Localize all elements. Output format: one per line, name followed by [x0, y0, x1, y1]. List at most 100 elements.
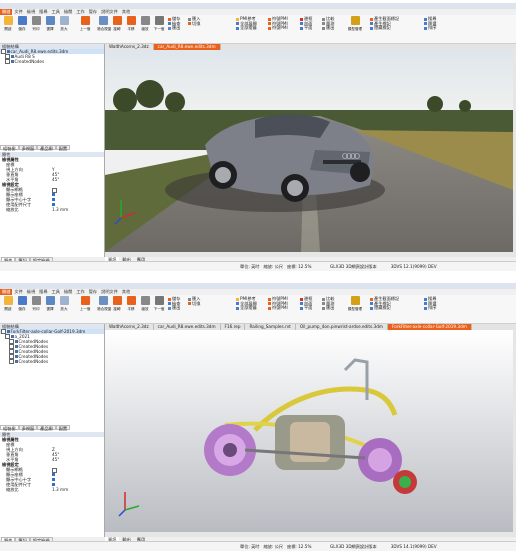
zoom-button[interactable]: 縮放	[138, 16, 152, 32]
pan-button[interactable]: 平移	[124, 16, 138, 32]
tree-item[interactable]: CreatedNodes	[0, 59, 104, 64]
checkbox[interactable]	[52, 473, 55, 476]
tab-assembly[interactable]: 組裝樹	[0, 425, 19, 431]
model-manage-button[interactable]: 模型管理	[346, 16, 364, 32]
print-button[interactable]: 列印	[29, 296, 43, 312]
checkbox[interactable]	[52, 203, 55, 206]
prop-value[interactable]: 45°	[50, 177, 104, 182]
symbol-icon	[268, 26, 271, 30]
ribbon-small-button[interactable]: 符號PMI	[268, 305, 288, 311]
rotate-button[interactable]: 旋轉	[110, 16, 124, 32]
properties-panel: 屬性 檢視屬性 座標 視上方向 Y 垂直角 45° 水平角 45° 檢視設定 顯示網格…	[0, 152, 104, 212]
select-button[interactable]: 選擇	[43, 16, 57, 32]
zoom-button[interactable]: 縮放	[138, 296, 152, 312]
select-button[interactable]: 選擇	[43, 296, 57, 312]
ribbon-small-button[interactable]: 符號PMI	[268, 25, 288, 31]
tab-assembly[interactable]: 組裝樹	[0, 145, 19, 151]
ribbon-small-button[interactable]: 匯出	[322, 305, 334, 311]
3d-viewport[interactable]	[105, 330, 513, 532]
ribbon-small-button[interactable]: 全部摺疊	[236, 305, 257, 311]
ribbon-small-button[interactable]: 排序	[424, 25, 436, 31]
checkbox[interactable]	[1, 329, 6, 334]
left-sidebar: 組裝結構 ForkFilter-axle-collar-Golf-2019.3d…	[0, 324, 105, 537]
ribbon-small-button[interactable]: 切換	[188, 21, 200, 27]
symbol-icon	[268, 306, 271, 310]
arrow-left-icon	[80, 296, 90, 305]
export-icon	[168, 306, 171, 310]
tab-product[interactable]: 產品樹	[37, 145, 56, 151]
export-icon	[322, 26, 325, 30]
zoom-in-button[interactable]: 放大	[57, 296, 71, 312]
save-icon	[17, 296, 27, 305]
doc-icon	[168, 17, 171, 21]
ribbon-small-button[interactable]: 排序	[424, 305, 436, 311]
plane-icon	[300, 306, 303, 310]
model-icon	[350, 16, 360, 25]
rotate-button[interactable]: 旋轉	[110, 296, 124, 312]
open-button[interactable]: 開啟	[1, 296, 15, 312]
ribbon-small-button[interactable]: 平面	[300, 25, 312, 31]
pan-button[interactable]: 平移	[124, 296, 138, 312]
save-button[interactable]: 儲存	[15, 16, 29, 32]
tab-product[interactable]: 產品樹	[37, 425, 56, 431]
ribbon-group-g: 搜尋 篩選 排序	[424, 296, 436, 311]
checkbox[interactable]	[1, 49, 6, 54]
prev-button[interactable]: 上一個	[78, 296, 92, 312]
status-version: 3DVS 14.1(9099) DEV	[390, 544, 437, 549]
ribbon-small-button[interactable]: 平面	[300, 305, 312, 311]
checkbox[interactable]	[9, 354, 14, 359]
ribbon-group-f: 產生截面標記 產生標記 隱藏標記	[370, 16, 399, 31]
ribbon-small-button[interactable]: 隱藏標記	[370, 305, 399, 311]
next-button[interactable]: 下一個	[152, 296, 166, 312]
ribbon-small-button[interactable]: 匯出	[168, 25, 180, 31]
fit-view-button[interactable]: 適合視窗	[96, 296, 111, 312]
checkbox[interactable]	[52, 478, 55, 481]
ribbon-small-button[interactable]: 全部摺疊	[236, 25, 257, 31]
ribbon-small-button[interactable]: 隱藏標記	[370, 25, 399, 31]
prop-value[interactable]: 1.3 mm	[50, 487, 104, 492]
3d-viewport[interactable]	[105, 50, 513, 252]
zoom-icon	[59, 296, 69, 305]
checkbox[interactable]	[5, 59, 10, 64]
checkbox[interactable]	[9, 344, 14, 349]
ribbon-group-e: 比較 量測 匯出	[322, 296, 334, 311]
model-icon	[350, 296, 360, 305]
checkbox[interactable]	[52, 483, 55, 486]
checkbox[interactable]	[5, 334, 10, 339]
hide-icon	[370, 26, 373, 30]
prop-value[interactable]: 1.3 mm	[50, 207, 104, 212]
save-button[interactable]: 儲存	[15, 296, 29, 312]
section-icon	[300, 22, 303, 26]
tree-item[interactable]: CreatedNodes	[0, 359, 104, 364]
tab-config[interactable]: 配置	[55, 425, 71, 431]
fit-view-button[interactable]: 適合視窗	[96, 16, 111, 32]
checkbox[interactable]	[52, 193, 55, 196]
next-button[interactable]: 下一個	[152, 16, 166, 32]
prop-row: 縮放比 1.3 mm	[0, 487, 104, 492]
filter-icon	[424, 22, 427, 26]
tab-multiview[interactable]: 多視窗	[18, 425, 38, 431]
fit-icon	[98, 296, 108, 305]
tab-config[interactable]: 配置	[55, 145, 71, 151]
ribbon-small-button[interactable]: 切換	[188, 301, 200, 307]
print-button[interactable]: 列印	[29, 16, 43, 32]
checkbox[interactable]	[9, 359, 14, 364]
checkbox[interactable]	[52, 198, 55, 201]
doc-icon	[168, 297, 171, 301]
symbol-icon	[268, 22, 271, 26]
zoom-in-button[interactable]: 放大	[57, 16, 71, 32]
ribbon-group-d: 邊框 剖面 平面	[300, 16, 312, 31]
open-button[interactable]: 開啟	[1, 16, 15, 32]
checkbox[interactable]	[5, 54, 10, 59]
model-manage-button[interactable]: 模型管理	[346, 296, 364, 312]
tab-multiview[interactable]: 多視窗	[18, 145, 38, 151]
ribbon-small-button[interactable]: 匯出	[168, 305, 180, 311]
checkbox[interactable]	[9, 339, 14, 344]
prev-button[interactable]: 上一個	[78, 16, 92, 32]
ribbon-small-button[interactable]: 匯出	[322, 25, 334, 31]
prop-value[interactable]: 45°	[50, 457, 104, 462]
checkbox[interactable]	[9, 349, 14, 354]
ribbon-group-a: 儲存 檢查 匯出	[168, 296, 180, 311]
plane-icon	[300, 26, 303, 30]
status-zoom: 座標: 12.5%	[287, 264, 312, 269]
